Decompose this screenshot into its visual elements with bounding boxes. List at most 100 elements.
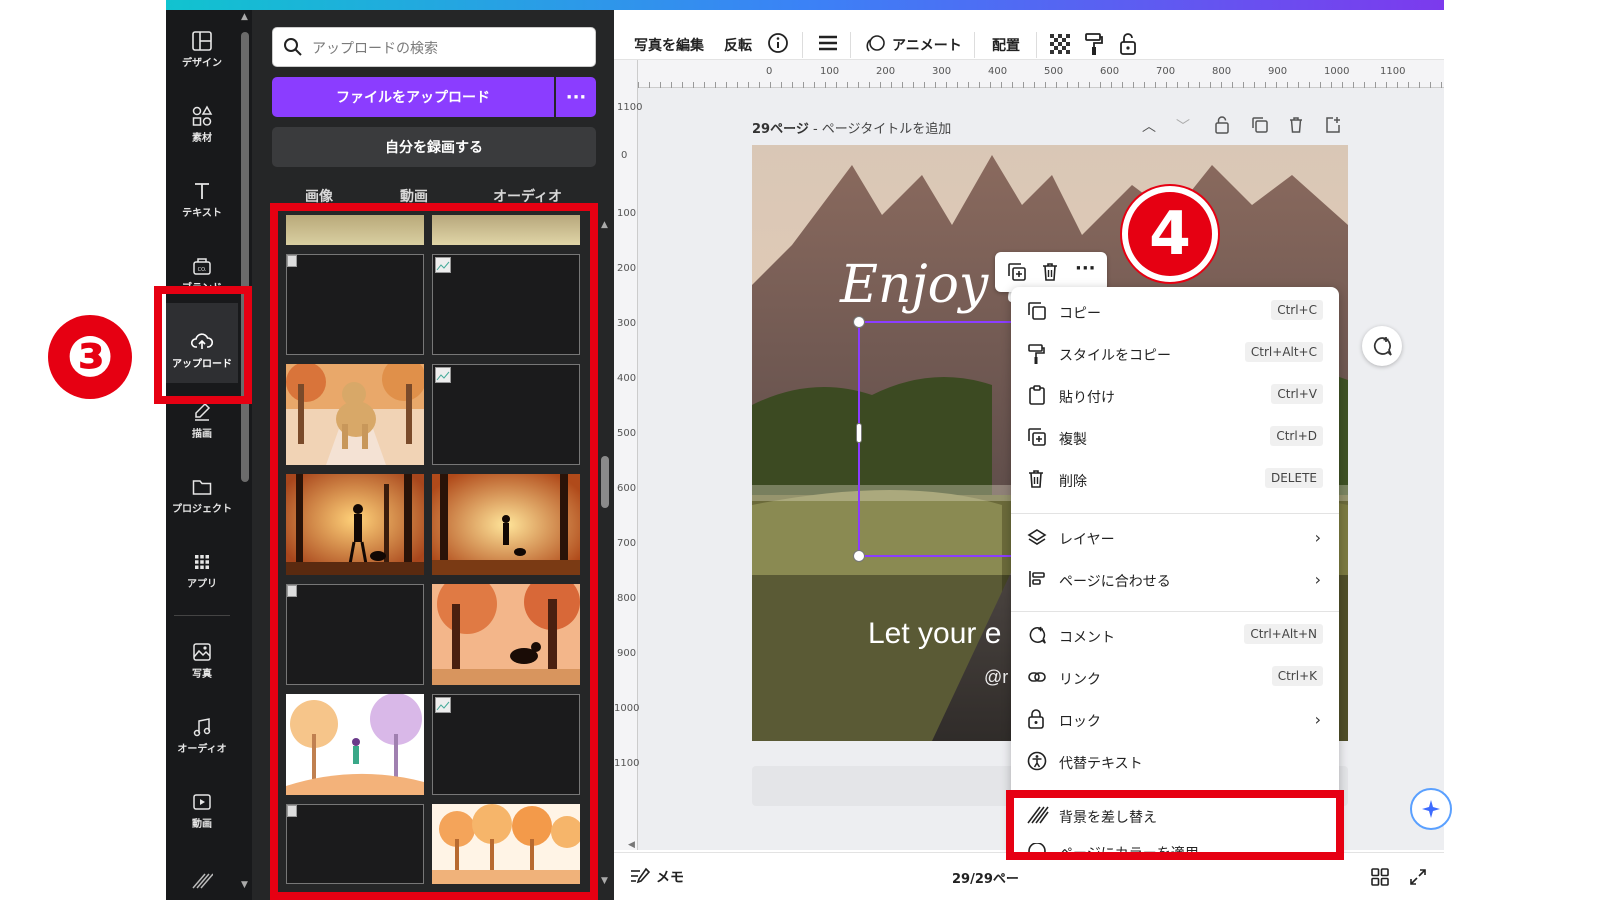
resize-handle[interactable] (856, 423, 862, 443)
rail-label: デザイン (182, 58, 222, 69)
selection-box[interactable] (858, 321, 1018, 557)
rail-item-projects[interactable]: プロジェクト (166, 470, 238, 530)
rail-scroll-thumb[interactable] (241, 32, 249, 482)
ruler-left-label: 700 (617, 538, 637, 549)
rail-item-photos[interactable]: 写真 (166, 635, 238, 695)
layers-icon (1027, 529, 1047, 545)
trash-icon[interactable] (1041, 262, 1059, 282)
menu-item-copy-style[interactable]: スタイルをコピー Ctrl+Alt+C (1011, 333, 1339, 373)
chevron-right-icon: › (1314, 528, 1321, 547)
menu-item-paste[interactable]: 貼り付け Ctrl+V (1011, 375, 1339, 415)
shortcut-badge: Ctrl+C (1271, 300, 1323, 320)
element-mini-toolbar: ··· (995, 252, 1107, 292)
more-options-icon[interactable]: ··· (1075, 258, 1096, 279)
paint-roller-icon (1028, 344, 1045, 364)
flip-button[interactable]: 反転 (724, 35, 752, 55)
rail-item-video[interactable]: 動画 (166, 785, 238, 845)
page-title[interactable]: 29ページ - ページタイトルを追加 (752, 118, 951, 137)
menu-item-link[interactable]: リンク Ctrl+K (1011, 657, 1339, 697)
toolbar-divider (850, 32, 851, 58)
edit-photo-button[interactable]: 写真を編集 (634, 35, 704, 55)
handle-text[interactable]: @r (984, 667, 1008, 688)
page-counter[interactable]: 29/29ペー (952, 868, 1019, 887)
grid-view-icon[interactable] (1370, 867, 1390, 887)
record-yourself-button[interactable]: 自分を録画する (272, 127, 596, 167)
photo-icon (193, 643, 211, 661)
search-placeholder: アップロードの検索 (312, 41, 438, 57)
background-pattern-icon[interactable] (191, 872, 213, 890)
panel-scroll-thumb[interactable] (601, 456, 609, 508)
ruler-left-label: 0 (621, 150, 628, 161)
lock-open-icon[interactable] (1118, 32, 1138, 56)
upload-more-button[interactable]: ··· (556, 77, 596, 117)
rail-item-elements[interactable]: 素材 (166, 99, 238, 159)
menu-item-alt-text[interactable]: 代替テキスト (1011, 741, 1339, 781)
menu-item-copy[interactable]: コピー Ctrl+C (1011, 291, 1339, 331)
scroll-up-arrow-icon[interactable]: ▲ (241, 12, 248, 22)
step-4-label: 4 (1149, 199, 1191, 269)
ruler-left-label: 100 (617, 208, 637, 219)
panel-scrollbar[interactable]: ▲ ▼ (600, 220, 610, 890)
notes-button[interactable]: メモ (656, 867, 684, 887)
resize-handle[interactable] (853, 316, 865, 328)
position-button[interactable]: 配置 (992, 35, 1020, 55)
lock-icon[interactable] (1214, 116, 1230, 134)
ruler-left-label: 1100 (617, 102, 643, 113)
transparency-icon[interactable] (1050, 34, 1070, 54)
ruler-top-label: 500 (1044, 66, 1064, 77)
magic-assistant-button[interactable] (1410, 788, 1452, 830)
menu-item-comment[interactable]: コメント Ctrl+Alt+N (1011, 615, 1339, 655)
menu-item-label: スタイルをコピー (1059, 348, 1171, 364)
animate-button[interactable]: アニメート (892, 35, 962, 55)
rail-scrollbar[interactable]: ▲ ▼ (238, 10, 252, 900)
paint-roller-icon[interactable] (1084, 32, 1104, 56)
menu-item-duplicate[interactable]: 複製 Ctrl+D (1011, 417, 1339, 457)
rail-item-apps[interactable]: アプリ (166, 545, 238, 605)
trash-icon[interactable] (1288, 116, 1304, 134)
menu-divider (1011, 513, 1339, 514)
add-page-icon[interactable] (1324, 116, 1342, 134)
text-icon (195, 183, 209, 199)
rail-item-text[interactable]: テキスト (166, 174, 238, 234)
add-comment-button[interactable] (1362, 326, 1402, 366)
scroll-down-arrow-icon[interactable]: ▼ (241, 880, 248, 890)
scroll-down-arrow-icon[interactable]: ▼ (601, 876, 608, 886)
menu-item-lock[interactable]: ロック › (1011, 699, 1339, 739)
menu-divider (1011, 611, 1339, 612)
tagline-text[interactable]: Let your e (868, 617, 1001, 651)
duplicate-page-icon[interactable] (1251, 116, 1269, 134)
rail-item-audio[interactable]: オーディオ (166, 710, 238, 770)
info-icon[interactable] (767, 32, 789, 54)
notes-icon (631, 867, 650, 884)
menu-item-align-to-page[interactable]: ページに合わせる › (1011, 559, 1339, 599)
copy-icon (1028, 302, 1046, 320)
resize-handle[interactable] (853, 550, 865, 562)
layout-icon (192, 31, 212, 51)
search-icon (284, 38, 302, 56)
rail-label: 写真 (192, 669, 212, 680)
ruler-left-label: 500 (617, 428, 637, 439)
ruler-top-label: 200 (876, 66, 896, 77)
ruler-vertical (614, 60, 638, 850)
scroll-up-arrow-icon[interactable]: ▲ (601, 220, 608, 230)
menu-item-delete[interactable]: 削除 DELETE (1011, 459, 1339, 499)
ruler-top-label: 800 (1212, 66, 1232, 77)
chevron-down-icon[interactable]: ﹀ (1176, 116, 1190, 136)
ruler-left-label: 1000 (614, 703, 640, 714)
duplicate-icon[interactable] (1007, 262, 1027, 282)
upload-files-button[interactable]: ファイルをアップロード (272, 77, 554, 117)
menu-item-layer[interactable]: レイヤー › (1011, 517, 1339, 557)
side-rail: デザイン 素材 テキスト CO. ブランド アップロード 描画 プロジェクト ア… (166, 10, 238, 900)
ruler-top-label: 900 (1268, 66, 1288, 77)
scroll-left-arrow-icon[interactable]: ◀ (628, 840, 635, 850)
menu-lines-icon[interactable] (818, 34, 838, 52)
rail-item-draw[interactable]: 描画 (166, 395, 238, 455)
highlight-replace-background (1006, 790, 1344, 860)
editor-toolbar: 写真を編集 反転 アニメート 配置 (614, 10, 1444, 60)
fullscreen-icon[interactable] (1408, 867, 1428, 887)
chevron-up-icon[interactable]: ︿ (1142, 116, 1156, 136)
chevron-right-icon: › (1314, 710, 1321, 729)
shortcut-badge: Ctrl+Alt+C (1244, 342, 1323, 362)
draw-icon (195, 402, 211, 421)
rail-item-design[interactable]: デザイン (166, 24, 238, 84)
